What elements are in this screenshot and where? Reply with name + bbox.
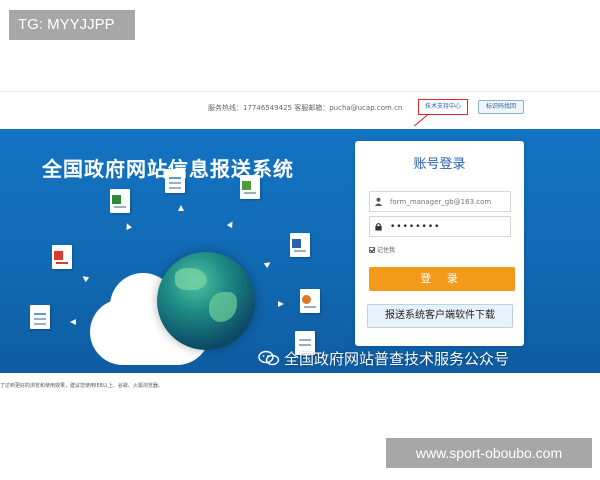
support-center-link[interactable]: 技术支持中心 bbox=[418, 99, 468, 115]
ppt-tag bbox=[302, 295, 311, 304]
globe-icon bbox=[157, 252, 255, 350]
arrow-icon bbox=[124, 222, 132, 230]
wechat-caption: 全国政府网站普查技术服务公众号 bbox=[258, 348, 509, 369]
arrow-icon bbox=[80, 273, 90, 283]
doc-line bbox=[34, 313, 46, 315]
chart-icon bbox=[165, 169, 185, 193]
wechat-caption-text: 全国政府网站普查技术服务公众号 bbox=[284, 350, 510, 368]
doc-line bbox=[294, 250, 306, 252]
login-panel: 账号登录 记住我 登 录 报送系统客户端软件下载 bbox=[355, 141, 524, 346]
top-bar: 服务热线：17746549425 客服邮箱：pucha@ucap.com.cn … bbox=[0, 91, 600, 129]
annotation-arrow bbox=[413, 114, 429, 127]
chart-icon bbox=[30, 305, 50, 329]
wechat-icon bbox=[258, 350, 280, 366]
chart-tag bbox=[242, 181, 251, 190]
service-hotline: 服务热线：17746549425 客服邮箱：pucha@ucap.com.cn bbox=[208, 104, 403, 112]
arrow-icon bbox=[263, 259, 273, 269]
cloud-illustration bbox=[20, 169, 340, 373]
retrieve-id-button[interactable]: 标识码找回 bbox=[478, 100, 524, 114]
user-icon bbox=[374, 197, 383, 206]
arrow-icon bbox=[278, 301, 284, 307]
doc-line bbox=[169, 182, 181, 184]
login-button[interactable]: 登 录 bbox=[369, 267, 515, 291]
password-field[interactable] bbox=[369, 216, 511, 237]
doc-line bbox=[169, 177, 181, 179]
pdf-icon bbox=[52, 245, 72, 269]
banner: 全国政府网站信息报送系统 bbox=[0, 129, 600, 373]
browser-note: 了达到更好的浏览和使用效果，建议您使用IE8以上、谷歌、火狐浏览器。 bbox=[0, 383, 163, 389]
password-input[interactable] bbox=[390, 219, 508, 234]
word-tag bbox=[292, 239, 301, 248]
globe-land bbox=[209, 292, 237, 322]
username-field[interactable] bbox=[369, 191, 511, 212]
doc-line bbox=[56, 262, 68, 264]
globe-land bbox=[175, 268, 207, 290]
arrow-icon bbox=[226, 219, 236, 229]
excel-icon bbox=[110, 189, 130, 213]
pdf-tag bbox=[54, 251, 63, 260]
cloud-puff bbox=[92, 303, 138, 349]
download-client-button[interactable]: 报送系统客户端软件下载 bbox=[367, 304, 513, 328]
doc-line bbox=[34, 318, 46, 320]
doc-line bbox=[244, 192, 256, 194]
username-input[interactable] bbox=[390, 194, 508, 209]
bottom-watermark: www.sport-oboubo.com bbox=[386, 438, 592, 468]
doc-line bbox=[299, 344, 311, 346]
doc-line bbox=[299, 339, 311, 341]
arrow-icon bbox=[178, 205, 184, 211]
document-icon bbox=[300, 289, 320, 313]
doc-line bbox=[304, 306, 316, 308]
doc-line bbox=[169, 187, 181, 189]
lock-icon bbox=[375, 223, 382, 231]
remember-checkbox[interactable] bbox=[369, 247, 375, 253]
login-title: 账号登录 bbox=[413, 157, 466, 172]
remember-label: 记住我 bbox=[377, 247, 396, 254]
document-icon bbox=[290, 233, 310, 257]
top-watermark: TG: MYYJJPP bbox=[9, 10, 135, 40]
doc-line bbox=[114, 206, 126, 208]
chart-icon bbox=[240, 175, 260, 199]
excel-tag bbox=[112, 195, 121, 204]
doc-line bbox=[34, 323, 46, 325]
arrow-icon bbox=[70, 319, 76, 325]
remember-me[interactable]: 记住我 bbox=[369, 245, 395, 254]
